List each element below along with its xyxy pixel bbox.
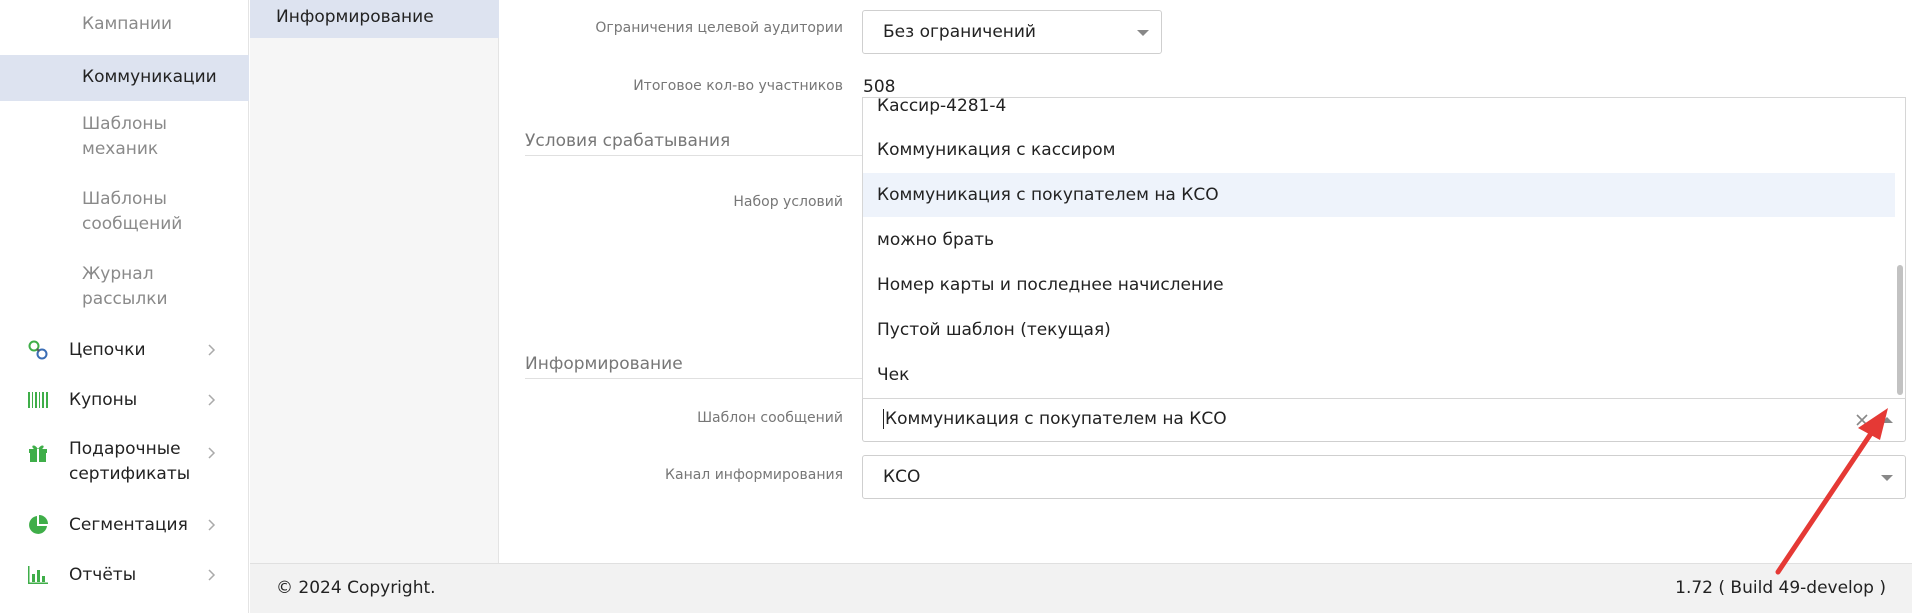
- chevron-right-icon: [208, 344, 216, 356]
- pie-chart-icon: [26, 513, 50, 537]
- section-divider: [525, 155, 862, 156]
- dropdown-option[interactable]: можно брать: [863, 218, 1897, 262]
- sidebar: Кампании Коммуникации Шаблоны механик Ша…: [0, 0, 249, 613]
- dropdown-option[interactable]: Коммуникация с кассиром: [863, 128, 1897, 172]
- sidebar-item-campaigns[interactable]: Кампании: [0, 12, 249, 38]
- chain-icon: [26, 338, 50, 362]
- channel-label: Канал информирования: [665, 467, 843, 483]
- sidebar-item-mailing-log[interactable]: Журнал рассылки: [0, 262, 249, 314]
- dropdown-scrollbar-thumb[interactable]: [1897, 265, 1903, 395]
- sidebar-item-coupons[interactable]: Купоны: [0, 375, 249, 425]
- channel-select[interactable]: КСО: [862, 455, 1906, 499]
- conditions-section-title: Условия срабатывания: [525, 131, 731, 151]
- audience-restrictions-select[interactable]: Без ограничений: [862, 10, 1162, 54]
- bar-chart-icon: [26, 563, 50, 587]
- secondary-nav: Информирование: [250, 0, 499, 563]
- dropdown-option[interactable]: Пустой шаблон (текущая): [863, 308, 1897, 352]
- dropdown-option-highlighted[interactable]: Коммуникация с покупателем на КСО: [863, 173, 1897, 217]
- clear-icon[interactable]: [1855, 413, 1869, 427]
- secondary-nav-item-informing[interactable]: Информирование: [250, 0, 499, 38]
- chevron-down-icon: [1137, 30, 1149, 36]
- participants-value: 508: [863, 77, 896, 97]
- chevron-right-icon: [208, 447, 216, 459]
- chevron-right-icon: [208, 519, 216, 531]
- message-template-dropdown: Кассир-4281-4 Коммуникация с кассиром Ко…: [862, 97, 1906, 399]
- chevron-down-icon: [1881, 475, 1893, 481]
- chevron-right-icon: [208, 394, 216, 406]
- sidebar-item-gift-certificates[interactable]: Подарочные сертификаты: [0, 436, 249, 488]
- sidebar-item-mechanic-templates[interactable]: Шаблоны механик: [0, 112, 220, 164]
- sidebar-item-message-templates[interactable]: Шаблоны сообщений: [0, 187, 249, 239]
- gift-icon: [26, 440, 50, 464]
- dropdown-option[interactable]: Номер карты и последнее начисление: [863, 263, 1897, 307]
- footer: © 2024 Copyright. 1.72 ( Build 49-develo…: [250, 563, 1912, 613]
- dropdown-option[interactable]: Чек: [863, 353, 1897, 397]
- message-template-select[interactable]: Коммуникация с покупателем на КСО: [862, 398, 1906, 442]
- message-template-label: Шаблон сообщений: [697, 410, 843, 426]
- audience-restrictions-label: Ограничения целевой аудитории: [595, 20, 843, 36]
- participants-label: Итоговое кол-во участников: [633, 78, 843, 94]
- sidebar-item-chains[interactable]: Цепочки: [0, 325, 249, 375]
- sidebar-item-reports[interactable]: Отчёты: [0, 550, 249, 600]
- version-text: 1.72 ( Build 49-develop ): [1675, 578, 1886, 598]
- copyright-text: © 2024 Copyright.: [276, 578, 436, 598]
- dropdown-scrollbar[interactable]: [1895, 98, 1905, 398]
- sidebar-item-communications[interactable]: Коммуникации: [0, 55, 249, 101]
- chevron-right-icon: [208, 569, 216, 581]
- text-cursor: [883, 409, 884, 429]
- section-divider: [525, 378, 862, 379]
- dropdown-option[interactable]: Кассир-4281-4: [863, 98, 1897, 128]
- conditions-set-label: Набор условий: [733, 194, 843, 210]
- sidebar-item-segmentation[interactable]: Сегментация: [0, 500, 249, 550]
- barcode-icon: [26, 388, 50, 412]
- chevron-up-icon[interactable]: [1881, 417, 1893, 423]
- informing-section-title: Информирование: [525, 354, 683, 374]
- app-root: Кампании Коммуникации Шаблоны механик Ша…: [0, 0, 1912, 613]
